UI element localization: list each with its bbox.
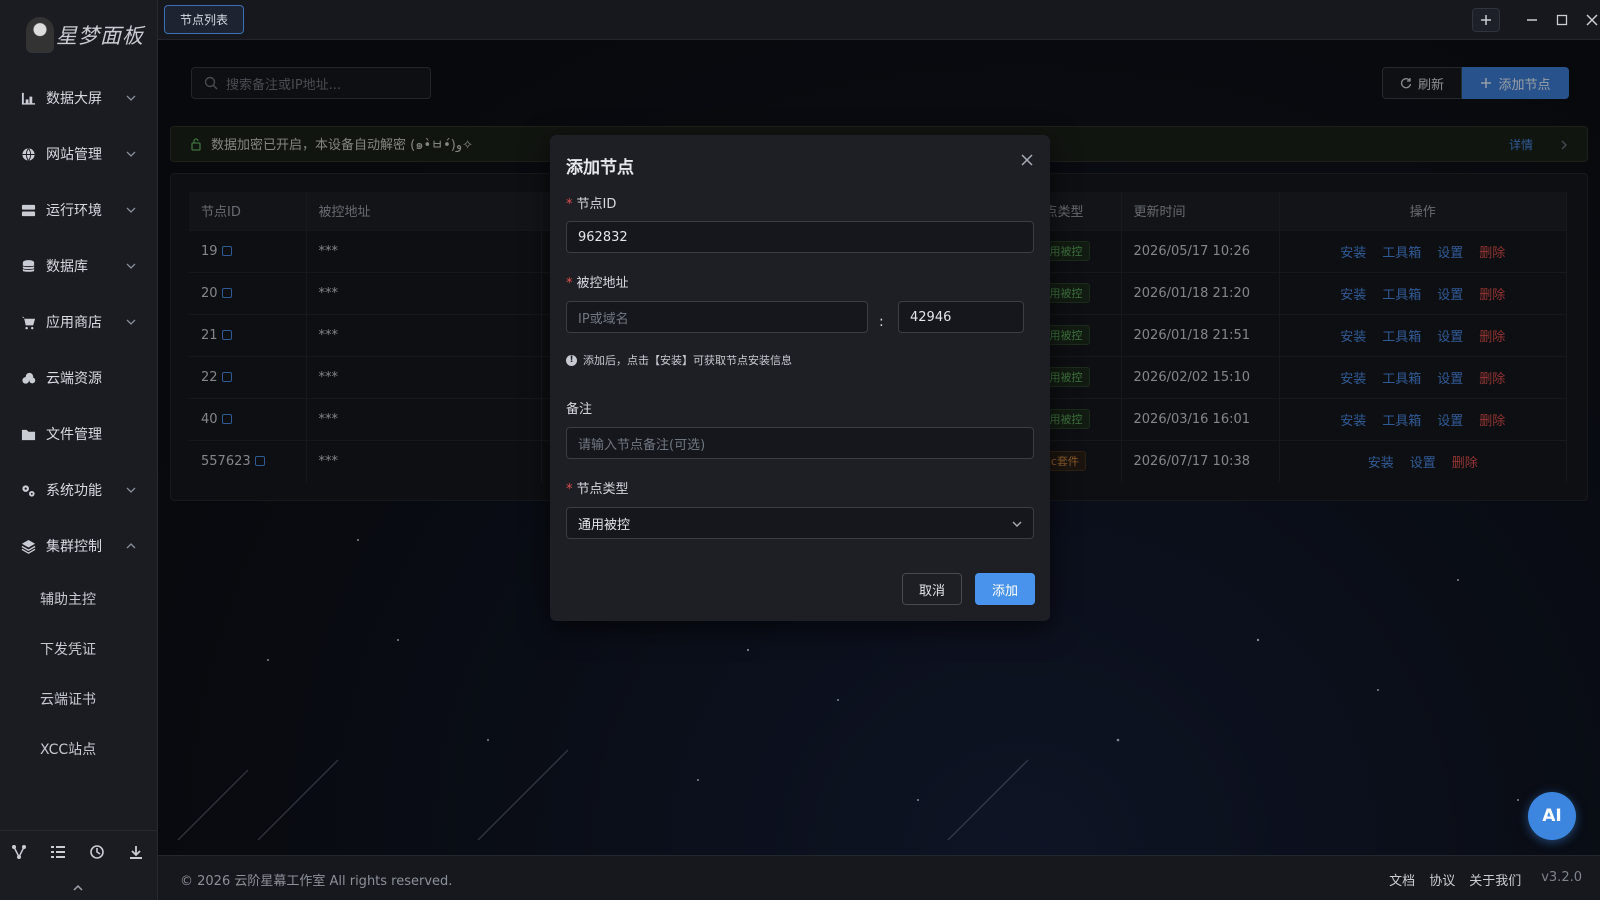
sidebar-item-4[interactable]: 应用商店 [0, 294, 157, 350]
chevron-up-icon [125, 540, 137, 552]
install-hint: ! 添加后，点击【安装】可获取节点安装信息 [566, 352, 792, 368]
sidebar-subitem-3[interactable]: XCC站点 [0, 724, 157, 774]
sidebar-item-6[interactable]: 文件管理 [0, 406, 157, 462]
sidebar-item-label: 数据大屏 [46, 91, 102, 107]
info-icon: ! [566, 354, 577, 366]
copyright-text: © 2026 云阶星幕工作室 All rights reserved. [180, 874, 453, 889]
chevron-down-icon [125, 204, 137, 216]
chevron-down-icon [125, 484, 137, 496]
server-icon [20, 202, 36, 218]
globe-icon [20, 146, 36, 162]
node-type-select[interactable]: 通用被控 [566, 507, 1034, 539]
minimize-icon[interactable] [1518, 8, 1546, 32]
maximize-icon[interactable] [1548, 8, 1576, 32]
sidebar-item-label: 云端资源 [46, 371, 102, 387]
chevron-down-icon [125, 260, 137, 272]
list-icon[interactable] [50, 844, 68, 862]
folder-icon [20, 426, 36, 442]
sidebar-item-7[interactable]: 系统功能 [0, 462, 157, 518]
sidebar-item-label: 应用商店 [46, 315, 102, 331]
hint-text: 添加后，点击【安装】可获取节点安装信息 [583, 354, 792, 367]
chart-bar-icon [20, 90, 36, 106]
tab-node-list[interactable]: 节点列表 [164, 5, 244, 34]
top-bar: 节点列表 [158, 0, 1600, 40]
address-label: * 被控地址 [566, 276, 629, 291]
remark-field[interactable]: 请输入节点备注(可选) [566, 427, 1034, 459]
add-node-dialog: 添加节点 * 节点ID 962832 * 被控地址 IP或域名 : 42946 ! … [550, 135, 1050, 621]
sidebar-item-label: 数据库 [46, 259, 88, 275]
ai-assistant-button[interactable]: AI [1528, 792, 1576, 840]
history-icon[interactable] [89, 844, 107, 862]
sidebar-subitem-2[interactable]: 云端证书 [0, 674, 157, 724]
footer-link-terms[interactable]: 协议 [1429, 870, 1455, 889]
collapse-sidebar-icon[interactable] [72, 882, 86, 896]
version-text: v3.2.0 [1541, 870, 1582, 885]
sidebar-item-label: 文件管理 [46, 427, 102, 443]
close-window-icon[interactable] [1578, 8, 1600, 32]
remark-label: 备注 [566, 402, 593, 417]
logo-avatar-icon [26, 17, 54, 53]
new-tab-icon[interactable] [1472, 8, 1500, 32]
sidebar: 星梦面板 数据大屏网站管理运行环境数据库应用商店云端资源文件管理系统功能集群控制… [0, 0, 158, 900]
dialog-title: 添加节点 [566, 158, 634, 178]
footer-link-docs[interactable]: 文档 [1389, 870, 1415, 889]
confirm-add-button[interactable]: 添加 [975, 573, 1035, 605]
app-logo[interactable]: 星梦面板 [0, 0, 157, 70]
sidebar-item-1[interactable]: 网站管理 [0, 126, 157, 182]
footer-link-about[interactable]: 关于我们 [1469, 870, 1521, 889]
sidebar-item-2[interactable]: 运行环境 [0, 182, 157, 238]
sidebar-item-label: 网站管理 [46, 147, 102, 163]
gears-icon [20, 482, 36, 498]
node-id-field[interactable]: 962832 [566, 221, 1034, 253]
chevron-down-icon [1011, 518, 1023, 530]
address-field[interactable]: IP或域名 [566, 301, 868, 333]
chevron-down-icon [125, 92, 137, 104]
node-id-label: * 节点ID [566, 197, 617, 212]
layers-icon [20, 538, 36, 554]
database-icon [20, 258, 36, 274]
cancel-button[interactable]: 取消 [902, 573, 962, 605]
port-field[interactable]: 42946 [898, 301, 1024, 333]
cluster-icon[interactable] [11, 844, 29, 862]
sidebar-item-label: 集群控制 [46, 539, 102, 555]
chevron-down-icon [125, 148, 137, 160]
sidebar-item-3[interactable]: 数据库 [0, 238, 157, 294]
sidebar-bottom-toolbar [0, 830, 157, 874]
chevron-down-icon [125, 316, 137, 328]
sidebar-item-label: 系统功能 [46, 483, 102, 499]
footer-links: 文档 协议 关于我们 v3.2.0 [1389, 870, 1582, 889]
node-type-value: 通用被控 [578, 517, 631, 533]
close-icon[interactable] [1020, 153, 1034, 167]
sidebar-item-5[interactable]: 云端资源 [0, 350, 157, 406]
sidebar-item-0[interactable]: 数据大屏 [0, 70, 157, 126]
sidebar-item-8[interactable]: 集群控制 [0, 518, 157, 574]
sidebar-item-label: 运行环境 [46, 203, 102, 219]
cloud-icon [20, 370, 36, 386]
address-port-separator: : [879, 314, 884, 330]
sidebar-subitem-0[interactable]: 辅助主控 [0, 574, 157, 624]
sidebar-subitem-1[interactable]: 下发凭证 [0, 624, 157, 674]
cart-icon [20, 314, 36, 330]
node-type-label: * 节点类型 [566, 482, 629, 497]
logo-text: 星梦面板 [56, 24, 144, 48]
download-icon[interactable] [128, 844, 146, 862]
footer: © 2026 云阶星幕工作室 All rights reserved. 文档 协… [158, 855, 1600, 900]
